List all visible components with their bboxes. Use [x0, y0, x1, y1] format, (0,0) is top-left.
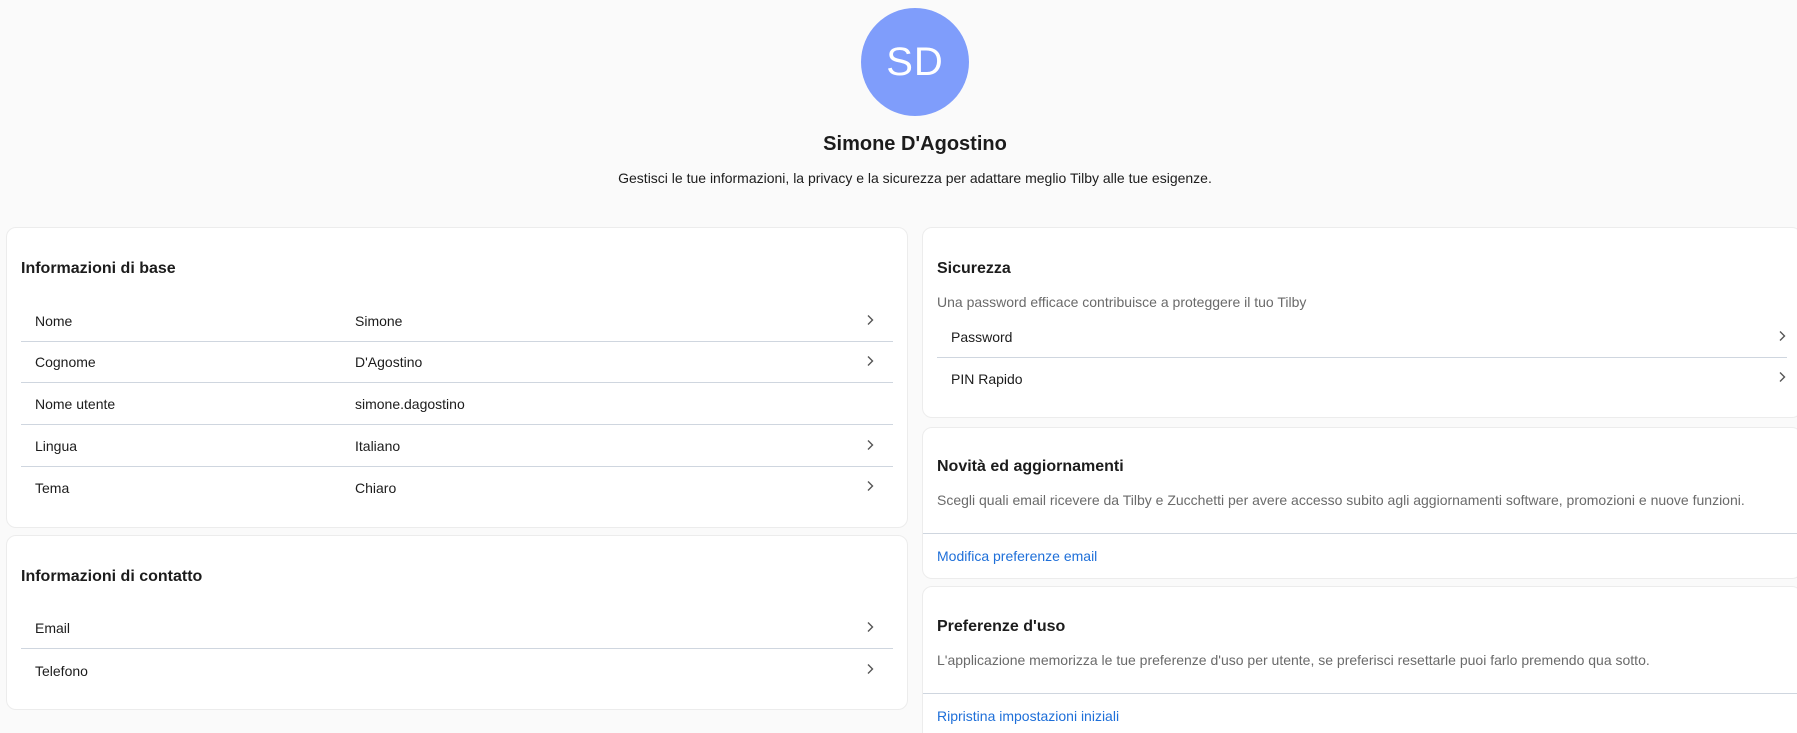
chevron-right-icon [1775, 370, 1789, 384]
edit-email-preferences-link[interactable]: Modifica preferenze email [937, 548, 1097, 564]
news-title: Novità ed aggiornamenti [937, 458, 1124, 475]
usage-preferences-title: Preferenze d'uso [937, 618, 1066, 635]
news-card: Novità ed aggiornamenti Scegli quali ema… [922, 427, 1797, 579]
row-email[interactable]: Email [21, 608, 893, 649]
chevron-right-icon [863, 662, 877, 676]
row-cognome[interactable]: Cognome D'Agostino [21, 342, 893, 383]
usage-preferences-divider [923, 693, 1797, 694]
chevron-right-icon [863, 620, 877, 634]
chevron-right-icon [863, 479, 877, 493]
page-subtitle: Gestisci le tue informazioni, la privacy… [618, 170, 1212, 186]
avatar: SD [861, 8, 969, 116]
usage-preferences-description: L'applicazione memorizza le tue preferen… [937, 652, 1650, 668]
row-label: Cognome [35, 354, 96, 370]
row-value: Chiaro [355, 479, 397, 496]
row-label: Tema [35, 479, 70, 496]
row-lingua[interactable]: Lingua Italiano [21, 426, 893, 467]
basic-info-rows: Nome Simone Cognome D'Agostino Nome uten… [6, 227, 908, 528]
avatar-initials: SD [886, 39, 944, 84]
row-label: Email [35, 620, 71, 636]
reset-settings-link[interactable]: Ripristina impostazioni iniziali [937, 708, 1119, 724]
security-card: Sicurezza Una password efficace contribu… [922, 227, 1797, 418]
chevron-right-icon [863, 354, 877, 368]
contact-info-card: Informazioni di contatto Email Telefono [6, 535, 908, 710]
chevron-right-icon [863, 438, 877, 452]
news-description: Scegli quali email ricevere da Tilby e Z… [937, 492, 1745, 508]
contact-info-title: Informazioni di contatto [21, 568, 203, 585]
row-telefono[interactable]: Telefono [21, 650, 893, 691]
row-label: Telefono [35, 662, 88, 679]
usage-preferences-card: Preferenze d'uso L'applicazione memorizz… [922, 586, 1797, 733]
row-label: Password [951, 329, 1013, 345]
user-name: Simone D'Agostino [823, 133, 1007, 155]
row-password[interactable]: Password [937, 317, 1787, 358]
row-label: Nome [35, 313, 73, 329]
row-value: Simone [355, 313, 403, 329]
row-label: Lingua [35, 438, 78, 454]
security-description: Una password efficace contribuisce a pro… [937, 294, 1307, 310]
chevron-right-icon [1775, 329, 1789, 343]
row-tema[interactable]: Tema Chiaro [21, 467, 893, 508]
row-value: Italiano [355, 438, 401, 454]
chevron-right-icon [863, 313, 877, 327]
row-label: Nome utente [35, 396, 116, 412]
row-nome-utente: Nome utente simone.dagostino [21, 384, 893, 425]
row-pin-rapido[interactable]: PIN Rapido [937, 358, 1787, 399]
account-page: SD Simone D'Agostino Gestisci le tue inf… [0, 0, 1797, 733]
row-value: simone.dagostino [355, 396, 465, 412]
row-nome[interactable]: Nome Simone [21, 301, 893, 342]
news-divider [923, 533, 1797, 534]
security-title: Sicurezza [937, 260, 1011, 277]
row-value: D'Agostino [355, 354, 423, 370]
row-label: PIN Rapido [951, 370, 1023, 387]
